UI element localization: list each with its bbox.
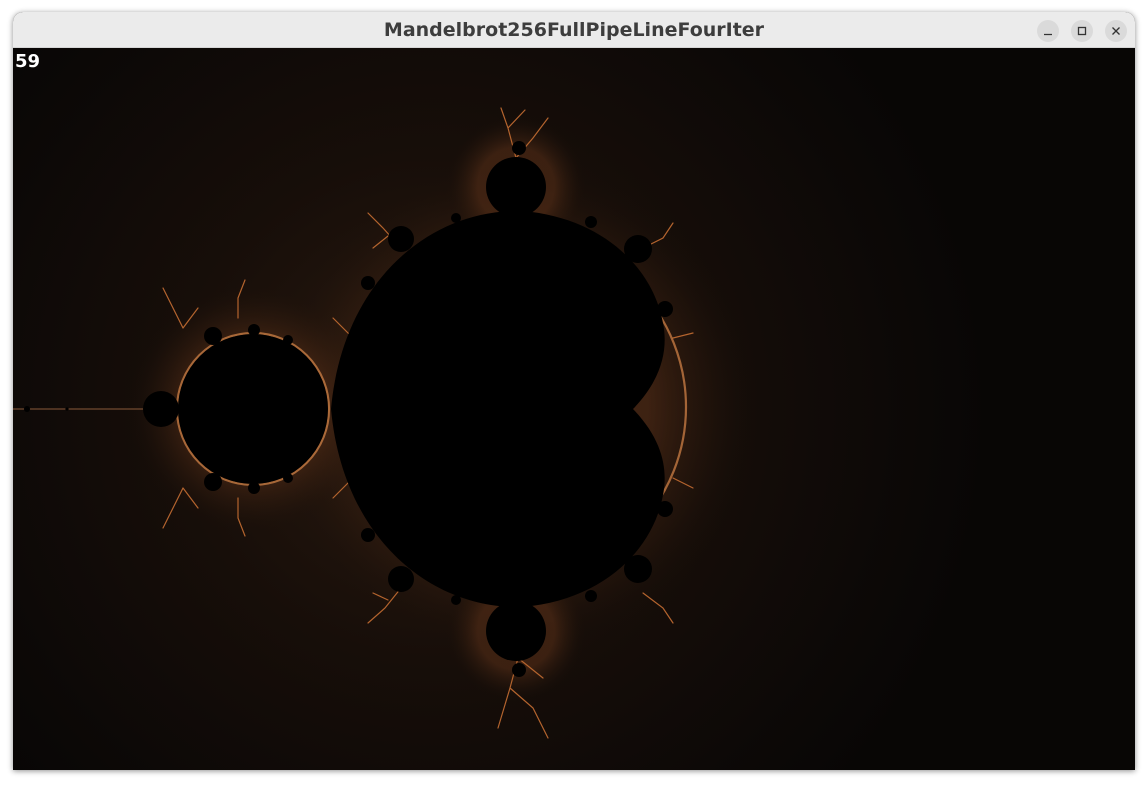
- maximize-button[interactable]: [1071, 20, 1093, 42]
- top-bulb: [486, 157, 546, 217]
- bottom-bulb: [486, 601, 546, 661]
- close-button[interactable]: [1105, 20, 1127, 42]
- render-canvas[interactable]: 59: [13, 48, 1135, 770]
- title-bar[interactable]: Mandelbrot256FullPipeLineFourIter: [13, 12, 1135, 48]
- mandelbrot-image: [13, 48, 1135, 770]
- period-two-bulb: [178, 334, 328, 484]
- minimize-button[interactable]: [1037, 20, 1059, 42]
- minimize-icon: [1044, 33, 1052, 36]
- close-icon: [1112, 27, 1120, 35]
- maximize-icon: [1077, 26, 1087, 36]
- fps-counter: 59: [15, 51, 41, 72]
- app-window: Mandelbrot256FullPipeLineFourIter 59: [13, 12, 1135, 770]
- window-title: Mandelbrot256FullPipeLineFourIter: [383, 19, 765, 41]
